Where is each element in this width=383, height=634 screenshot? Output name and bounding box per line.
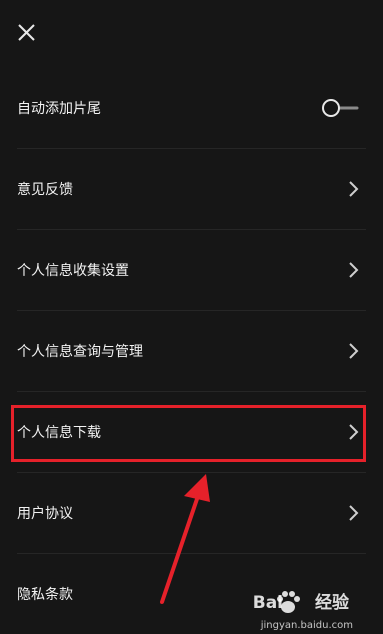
- close-button[interactable]: [14, 20, 40, 46]
- highlight-box: [11, 405, 366, 462]
- watermark-url: jingyan.baidu.com: [260, 620, 353, 631]
- setting-label: 用户协议: [17, 506, 73, 522]
- close-icon: [18, 24, 35, 41]
- watermark-brand: Bai: [252, 593, 283, 613]
- setting-row-feedback[interactable]: 意见反馈: [0, 149, 383, 229]
- setting-label: 隐私条款: [17, 587, 73, 603]
- setting-label: 自动添加片尾: [17, 101, 101, 117]
- chevron-right-icon: [349, 505, 359, 521]
- setting-label: 意见反馈: [17, 182, 73, 198]
- toggle-switch-icon: [322, 99, 359, 117]
- chevron-right-icon: [349, 262, 359, 278]
- setting-label: 个人信息收集设置: [17, 263, 129, 279]
- chevron-right-icon: [349, 343, 359, 359]
- watermark-brand-suffix: 经验: [315, 593, 349, 613]
- setting-label: 个人信息查询与管理: [17, 344, 143, 360]
- setting-row-info-query[interactable]: 个人信息查询与管理: [0, 311, 383, 391]
- setting-row-info-collection[interactable]: 个人信息收集设置: [0, 230, 383, 310]
- auto-ending-toggle[interactable]: [321, 97, 359, 119]
- chevron-right-icon: [349, 181, 359, 197]
- red-arrow-icon: [160, 474, 210, 604]
- setting-row-auto-add-ending[interactable]: 自动添加片尾: [0, 68, 383, 148]
